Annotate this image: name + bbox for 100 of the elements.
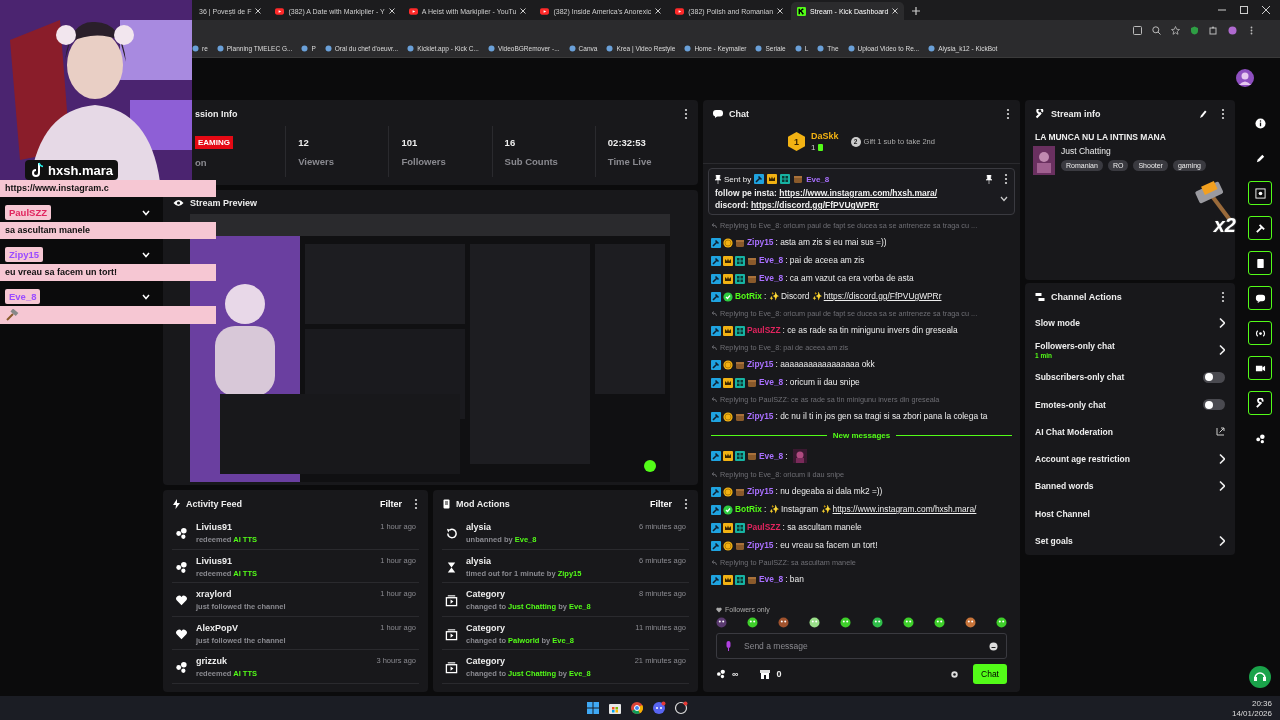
hammer-icon[interactable]	[1254, 222, 1266, 234]
pin-icon[interactable]	[986, 174, 992, 184]
username[interactable]: BotRix	[735, 291, 762, 302]
emote-icon[interactable]	[778, 617, 790, 628]
zoom-icon[interactable]	[1152, 25, 1161, 35]
broadcast-button[interactable]	[1248, 321, 1272, 345]
video-camera-button[interactable]	[1248, 356, 1272, 380]
message-input[interactable]: Send a message	[742, 640, 979, 652]
username[interactable]: Eve_8	[759, 273, 784, 284]
username[interactable]: Eve_8	[759, 450, 784, 462]
star-icon[interactable]	[1171, 25, 1180, 35]
pencil-icon[interactable]	[1199, 109, 1207, 119]
chevron-icon[interactable]	[1217, 480, 1225, 493]
caret-icon[interactable]	[1000, 196, 1008, 202]
chevron-icon[interactable]	[1217, 316, 1225, 329]
bookmark-icon[interactable]	[684, 45, 692, 52]
message-link[interactable]: https://www.instagram.com/hxsh.mara/	[779, 188, 938, 198]
settings-icon[interactable]	[950, 669, 960, 679]
support-icon[interactable]	[1249, 666, 1271, 688]
emote-icon[interactable]	[716, 617, 727, 628]
message-link[interactable]: https://discord.gg/FfPVUgWPRr	[750, 200, 879, 210]
clock-time[interactable]: 20:36	[1251, 698, 1272, 708]
username[interactable]: Zipy15	[747, 411, 774, 422]
microphone-icon[interactable]	[725, 641, 732, 651]
message-link[interactable]: https://discord.gg/FfPVUgWPRr	[823, 291, 942, 302]
username[interactable]: BotRix	[735, 504, 762, 515]
more-icon[interactable]	[1006, 108, 1010, 120]
filter-button[interactable]: Filter	[374, 499, 408, 509]
bookmark-icon[interactable]	[928, 45, 936, 52]
channel-action-label[interactable]: Set goals	[1035, 536, 1217, 546]
emote-icon[interactable]	[902, 617, 914, 628]
plus-icon[interactable]	[912, 7, 921, 15]
emote-icon[interactable]	[964, 617, 976, 628]
emote-icon[interactable]	[871, 617, 883, 628]
filter-button[interactable]: Filter	[644, 499, 678, 509]
bookmark-icon[interactable]	[407, 45, 415, 52]
more-icon[interactable]	[684, 498, 688, 510]
message-field[interactable]: Send a message	[716, 633, 1007, 659]
channel-action-label[interactable]: Account age restriction	[1035, 454, 1217, 465]
bookmark-icon[interactable]	[216, 45, 224, 52]
chevron-icon[interactable]	[1217, 453, 1225, 466]
bookmark-icon[interactable]	[606, 45, 614, 52]
emote-icon[interactable]	[747, 617, 759, 628]
close-icon[interactable]	[520, 8, 527, 14]
username[interactable]: Zipy15	[747, 359, 774, 370]
more-icon[interactable]	[414, 498, 418, 510]
close-icon[interactable]	[655, 8, 662, 14]
bookmark-icon[interactable]	[817, 45, 825, 52]
bookmark-icon[interactable]	[568, 45, 576, 52]
bookmark-icon[interactable]	[755, 45, 763, 52]
avatar-icon[interactable]	[1236, 68, 1254, 87]
username[interactable]: Zipy15	[747, 486, 774, 497]
close-icon[interactable]	[388, 8, 395, 14]
hammer-button[interactable]	[1248, 216, 1272, 240]
channel-action-label[interactable]: Slow mode	[1035, 317, 1217, 328]
wrench-icon[interactable]	[1254, 397, 1266, 409]
shield-icon[interactable]	[1190, 25, 1199, 35]
username[interactable]: PaulSZZ	[747, 325, 781, 336]
broadcast-icon[interactable]	[1254, 327, 1266, 339]
bookmark-icon[interactable]	[301, 45, 309, 52]
emoji-icon[interactable]	[989, 641, 998, 651]
more-icon[interactable]	[684, 108, 688, 120]
chat-button[interactable]	[1248, 286, 1272, 310]
category-name[interactable]: Just Chatting	[1061, 146, 1206, 156]
external-link-icon[interactable]	[1216, 427, 1225, 437]
profile-icon[interactable]	[1228, 25, 1237, 35]
wrench-button[interactable]	[1248, 391, 1272, 415]
chevron-icon[interactable]	[1217, 343, 1225, 356]
channel-action-label[interactable]: AI Chat Moderation	[1035, 426, 1216, 437]
info-icon[interactable]	[1254, 117, 1266, 129]
document-icon[interactable]	[1254, 257, 1266, 269]
clock-date[interactable]: 14/01/2026	[1231, 708, 1272, 718]
username[interactable]: Zipy15	[747, 540, 774, 551]
message-link[interactable]: https://www.instagram.com/hxsh.mara/	[832, 504, 977, 515]
toggle-switch[interactable]	[1203, 399, 1225, 411]
browser-icon[interactable]	[630, 701, 644, 715]
chevron-icon[interactable]	[1217, 535, 1225, 547]
username[interactable]: Eve_8	[759, 574, 784, 585]
chat-send-button[interactable]: Chat	[973, 664, 1007, 684]
username[interactable]: Eve_8	[806, 174, 830, 184]
store-icon[interactable]	[760, 669, 771, 679]
username[interactable]: PaulSZZ	[747, 522, 781, 533]
emote-icon[interactable]	[840, 617, 852, 628]
close-icon[interactable]	[255, 8, 262, 14]
username[interactable]: Eve_8	[759, 377, 784, 388]
channel-action-label[interactable]: Subscribers-only chat	[1035, 372, 1203, 383]
target-icon[interactable]	[1254, 187, 1266, 199]
emote-icon[interactable]	[996, 617, 1007, 628]
close-icon[interactable]	[1262, 6, 1270, 14]
discord-icon[interactable]	[652, 701, 666, 715]
maximize-icon[interactable]	[1240, 6, 1248, 14]
channel-action-label[interactable]: Emotes-only chat	[1035, 399, 1203, 410]
target-button[interactable]	[1248, 181, 1272, 205]
username[interactable]: Zipy15	[747, 237, 774, 248]
bookmark-icon[interactable]	[847, 45, 855, 52]
document-button[interactable]	[1248, 251, 1272, 275]
bookmark-icon[interactable]	[324, 45, 332, 52]
store-icon[interactable]	[608, 701, 622, 715]
minimize-icon[interactable]	[1218, 6, 1226, 14]
close-icon[interactable]	[892, 8, 899, 14]
